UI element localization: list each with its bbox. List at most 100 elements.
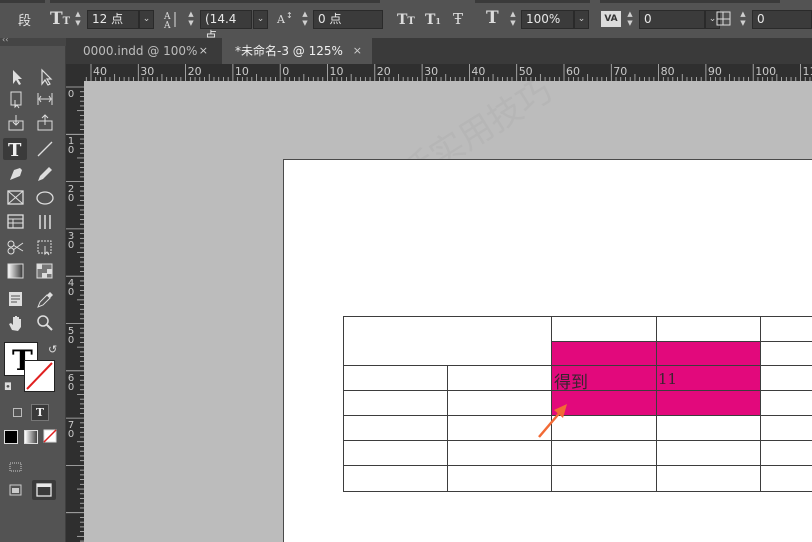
table-cell-text[interactable]: 得到 (554, 368, 588, 393)
type-tool[interactable]: T (3, 138, 27, 161)
eyedropper-tool[interactable] (33, 288, 57, 310)
vertical-scale-dropdown[interactable]: ⌄ (574, 10, 589, 29)
table-cell[interactable] (656, 465, 761, 492)
table-cell[interactable] (760, 365, 812, 391)
table-cell[interactable] (656, 341, 761, 366)
line-tool[interactable] (33, 138, 57, 160)
note-icon (9, 292, 22, 306)
baseline-shift-stepper[interactable]: ▲ ▼ (737, 10, 749, 29)
normal-view-icon[interactable] (8, 458, 24, 472)
table-cell[interactable] (343, 440, 448, 466)
vertical-ruler[interactable]: 0 10 20 30 40 50 60 70 (66, 81, 84, 542)
collapse-icon[interactable]: ‹‹ (2, 35, 8, 44)
pasteboard[interactable]: 经验学生活实用技巧 经验学生活实用技巧 得到 11 (84, 81, 812, 542)
table[interactable] (284, 160, 812, 542)
table-cell[interactable] (760, 440, 812, 466)
ruler-label: 10 (234, 65, 249, 78)
document-page[interactable]: 得到 11 (283, 159, 812, 542)
default-fill-stroke-icon[interactable]: ◘ (4, 382, 12, 393)
selection-tool[interactable] (4, 66, 28, 88)
formatting-text-icon[interactable]: T (31, 404, 49, 421)
screen-mode-button[interactable] (32, 480, 56, 500)
ellipse-tool[interactable] (33, 187, 57, 209)
tab-close-icon[interactable]: × (199, 38, 208, 64)
swap-fill-stroke-icon[interactable]: ↺ (48, 343, 57, 356)
strikethrough-icon[interactable]: Ŧ (453, 10, 463, 28)
content-placer-tool[interactable] (33, 112, 57, 134)
table-cell[interactable] (551, 440, 657, 466)
formatting-container-icon[interactable] (13, 408, 22, 417)
scissors-tool[interactable] (4, 236, 28, 258)
font-size-stepper[interactable]: ▲ ▼ (72, 10, 84, 29)
table-cell[interactable] (551, 341, 657, 366)
font-size-dropdown[interactable]: ⌄ (139, 10, 154, 29)
horizontal-ruler[interactable]: 40302010010203040506070809010011 (84, 64, 812, 81)
gap-tool[interactable] (33, 88, 57, 110)
table-cell[interactable] (447, 465, 552, 492)
apply-gradient-icon[interactable] (24, 430, 38, 444)
table-cell-text[interactable]: 11 (658, 370, 677, 388)
rectangle-frame-tool[interactable] (4, 187, 28, 209)
table-cell[interactable] (760, 316, 812, 342)
tracking-stepper[interactable]: ▲ ▼ (299, 10, 311, 29)
leading-field[interactable]: (14.4 点 (200, 10, 252, 43)
ruler-label: 30 (140, 65, 155, 78)
paragraph-mode-label[interactable]: 段 (18, 10, 31, 29)
hand-tool[interactable] (4, 312, 28, 334)
leading-dropdown[interactable]: ⌄ (253, 10, 268, 29)
apply-color-icon[interactable] (4, 430, 18, 444)
control-bar-stub (50, 0, 380, 3)
tab-close-icon[interactable]: × (353, 38, 362, 64)
note-tool[interactable] (4, 288, 28, 310)
table-cell[interactable] (447, 365, 552, 391)
table-cell[interactable] (447, 440, 552, 466)
content-collector-tool[interactable] (4, 112, 28, 134)
vertical-scale-field[interactable]: 100% (521, 10, 574, 29)
tracking-field[interactable]: 0 点 (313, 10, 383, 29)
tab-0000-indd[interactable]: 0000.indd @ 100% × (70, 38, 218, 64)
ruler-label: 11 (802, 65, 812, 78)
vertical-scale-icon: T (486, 8, 499, 28)
direct-selection-tool[interactable] (33, 66, 57, 88)
ruler-origin[interactable] (66, 64, 84, 81)
tab-untitled-3[interactable]: *未命名-3 @ 125% × (222, 38, 372, 64)
kerning-stepper[interactable]: ▲ ▼ (624, 10, 636, 29)
table-cell[interactable] (343, 316, 552, 366)
table-cell[interactable] (760, 390, 812, 416)
font-size-field[interactable]: 12 点 (87, 10, 139, 29)
table-cell[interactable] (551, 465, 657, 492)
table-cell[interactable] (656, 440, 761, 466)
gradient-feather-tool[interactable] (33, 260, 57, 282)
grid-tool[interactable] (33, 211, 57, 233)
all-caps-icon[interactable]: TT (397, 12, 415, 28)
table-cell[interactable] (760, 341, 812, 366)
pencil-tool[interactable] (33, 163, 57, 185)
table-cell[interactable] (760, 415, 812, 441)
zoom-tool[interactable] (33, 312, 57, 334)
kerning-field[interactable]: 0 (639, 10, 705, 29)
table-cell[interactable] (343, 465, 448, 492)
leading-stepper[interactable]: ▲ ▼ (185, 10, 197, 29)
baseline-shift-field[interactable]: 0 (752, 10, 812, 29)
ruler-label: 100 (755, 65, 777, 78)
table-cell[interactable] (551, 316, 657, 342)
table-tool[interactable] (4, 211, 28, 233)
table-cell[interactable] (760, 465, 812, 492)
subscript-icon[interactable]: T1 (425, 12, 441, 28)
page-tool[interactable] (4, 88, 28, 110)
table-cell[interactable] (343, 390, 448, 416)
table-cell[interactable] (656, 415, 761, 441)
free-transform-tool[interactable] (33, 236, 57, 258)
table-cell[interactable] (343, 365, 448, 391)
preview-mode-icon[interactable] (8, 483, 24, 497)
table-cell[interactable] (656, 316, 761, 342)
apply-none-icon[interactable] (43, 429, 58, 444)
free-transform-icon (37, 240, 52, 256)
gradient-swatch-tool[interactable] (4, 260, 28, 282)
table-cell[interactable] (656, 390, 761, 416)
panel-collapse-strip[interactable]: ‹‹ (0, 35, 66, 46)
stroke-swatch[interactable] (24, 360, 55, 392)
pen-tool[interactable] (4, 163, 28, 185)
vertical-scale-stepper[interactable]: ▲ ▼ (507, 10, 519, 29)
table-cell[interactable] (343, 415, 448, 441)
